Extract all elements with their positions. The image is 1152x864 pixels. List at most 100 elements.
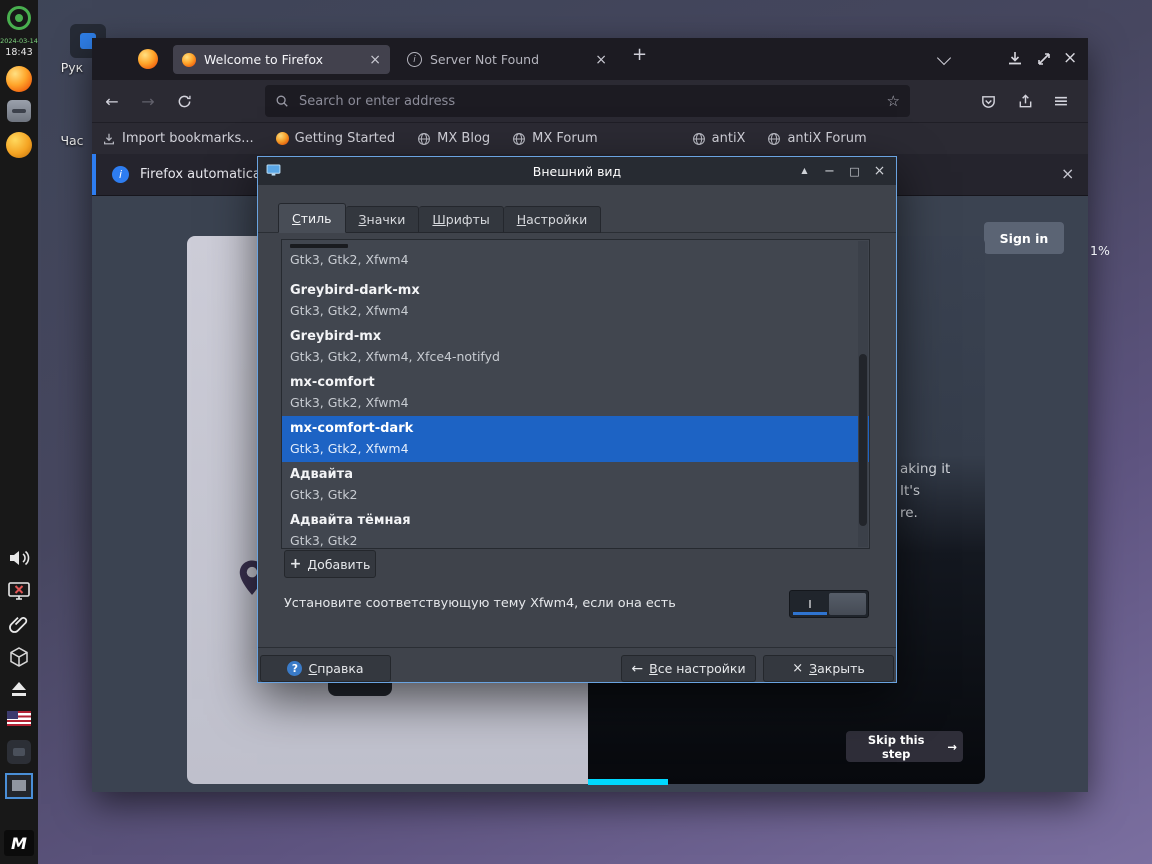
appearance-dialog: Внешний вид ▲ − □ × Стиль Значки Шрифты …	[257, 156, 897, 683]
tab-title: Welcome to Firefox	[204, 52, 324, 67]
desktop-icon-label[interactable]: Час	[50, 133, 94, 148]
scrollbar-thumb[interactable]	[859, 354, 867, 526]
close-icon: ×	[792, 661, 804, 676]
close-dialog-button[interactable]: × Закрыть	[763, 655, 894, 682]
mx-tools-icon[interactable]	[6, 132, 32, 158]
eject-icon[interactable]	[7, 677, 31, 701]
maximize-window-icon[interactable]: □	[848, 166, 861, 177]
xfwm-switch-label: Установите соответствующую тему Xfwm4, е…	[284, 596, 676, 611]
globe-icon	[692, 132, 705, 145]
percentage-osd: 1%	[1090, 243, 1110, 258]
notification-accent	[92, 154, 96, 195]
skip-step-button[interactable]: Skip this step →	[846, 731, 963, 762]
tab-style[interactable]: Стиль	[278, 203, 346, 233]
display-off-icon[interactable]	[7, 579, 31, 603]
switch-accent	[793, 612, 827, 615]
search-input[interactable]	[297, 92, 887, 110]
package-icon[interactable]	[7, 645, 31, 669]
minimize-window-icon[interactable]: −	[823, 165, 836, 178]
tab-icons[interactable]: Значки	[345, 206, 420, 233]
clock-date: 2024-03-14	[0, 37, 38, 45]
tab-title: Server Not Found	[430, 52, 540, 67]
notification-text: Firefox automatica	[140, 167, 261, 182]
close-tab-icon[interactable]: ×	[369, 53, 381, 67]
theme-item-mx-comfort-dark-selected[interactable]: mx-comfort-dark Gtk3, Gtk2, Xfwm4	[282, 416, 869, 462]
downloads-icon[interactable]	[1006, 50, 1024, 68]
list-all-tabs-chevron-icon[interactable]	[936, 50, 952, 66]
firefox-icon[interactable]	[138, 49, 158, 69]
display-icon	[266, 163, 281, 179]
add-theme-button[interactable]: + Добавить	[284, 550, 376, 578]
bookmark-antix-forum[interactable]: antiX Forum	[767, 131, 867, 146]
theme-item-greybird-dark-mx[interactable]: Greybird-dark-mx Gtk3, Gtk2, Xfwm4	[282, 278, 869, 324]
share-icon[interactable]	[1013, 89, 1037, 113]
menu-hamburger-icon[interactable]: ≡	[1049, 89, 1073, 113]
theme-item-greybird-mx[interactable]: Greybird-mx Gtk3, Gtk2, Xfwm4, Xfce4-not…	[282, 324, 869, 370]
address-bar[interactable]: ☆	[265, 85, 910, 117]
close-tab-icon[interactable]: ×	[595, 53, 607, 67]
theme-item-mx-comfort[interactable]: mx-comfort Gtk3, Gtk2, Xfwm4	[282, 370, 869, 416]
help-button[interactable]: ? Справка	[260, 655, 391, 682]
arrow-left-icon: ←	[631, 660, 644, 677]
bookmark-mx-forum[interactable]: MX Forum	[512, 131, 598, 146]
back-icon[interactable]: ←	[100, 89, 124, 113]
pocket-icon[interactable]	[976, 89, 1000, 113]
import-icon	[104, 133, 114, 144]
globe-icon	[513, 132, 526, 145]
appearance-app-icon[interactable]	[5, 773, 33, 799]
bookmark-getting-started[interactable]: Getting Started	[275, 131, 395, 146]
tab-welcome-to-firefox[interactable]: Welcome to Firefox ×	[173, 45, 390, 74]
bookmark-import[interactable]: Import bookmarks...	[102, 131, 254, 146]
mx-menu-icon[interactable]: M	[4, 830, 34, 856]
tab-settings[interactable]: Настройки	[503, 206, 602, 233]
theme-item-clipped[interactable]: Gtk3, Gtk2, Xfwm4	[282, 240, 869, 278]
dismiss-notification-icon[interactable]: ×	[1061, 164, 1074, 183]
navigation-toolbar: ← → ☆ ≡	[92, 80, 1088, 122]
close-window-icon[interactable]: ×	[1063, 47, 1077, 69]
info-icon: i	[407, 52, 422, 67]
dialog-titlebar[interactable]: Внешний вид ▲ − □ ×	[258, 157, 896, 185]
taskbar-panel: 2024-03-14 18:43 M	[0, 0, 38, 864]
bookmarks-toolbar: Import bookmarks... Getting Started MX B…	[92, 122, 1088, 154]
installer-icon[interactable]	[7, 740, 31, 764]
sign-in-button[interactable]: Sign in	[984, 222, 1064, 254]
restore-window-icon[interactable]	[1035, 50, 1053, 68]
all-settings-button[interactable]: ← Все настройки	[621, 655, 756, 682]
bookmark-star-icon[interactable]: ☆	[887, 92, 900, 110]
globe-icon	[768, 132, 781, 145]
clipped-theme-name	[290, 244, 348, 248]
file-manager-icon[interactable]	[7, 100, 31, 122]
desktop: 2024-03-14 18:43 M Рук Час 1% Welcome to…	[0, 0, 1152, 864]
shade-window-icon[interactable]: ▲	[798, 167, 811, 175]
desktop-icon-label[interactable]: Рук	[50, 60, 94, 75]
bookmark-mx-blog[interactable]: MX Blog	[417, 131, 490, 146]
scrollbar[interactable]	[858, 241, 868, 547]
globe-icon	[418, 132, 431, 145]
paperclip-icon[interactable]	[7, 612, 31, 636]
firefox-tab-icon	[182, 52, 196, 67]
close-window-icon[interactable]: ×	[873, 164, 886, 178]
question-icon: ?	[287, 661, 303, 676]
volume-icon[interactable]	[7, 546, 31, 570]
tab-bar: Welcome to Firefox × i Server Not Found …	[92, 38, 1088, 80]
theme-item-adwaita[interactable]: Адвайта Gtk3, Gtk2	[282, 462, 869, 508]
switch-knob[interactable]	[829, 593, 866, 615]
dialog-tabs: Стиль Значки Шрифты Настройки	[278, 203, 602, 233]
updater-icon[interactable]	[7, 6, 31, 30]
tab-server-not-found[interactable]: i Server Not Found ×	[398, 45, 616, 74]
theme-list[interactable]: Gtk3, Gtk2, Xfwm4 Greybird-dark-mx Gtk3,…	[281, 239, 870, 549]
theme-item-adwaita-dark[interactable]: Адвайта тёмная Gtk3, Gtk2	[282, 508, 869, 548]
onboarding-text-fragment: aking it It's re.	[900, 461, 951, 521]
xfwm-theme-switch[interactable]: I	[789, 590, 869, 618]
new-tab-button[interactable]: +	[632, 46, 647, 64]
forward-icon[interactable]: →	[136, 89, 160, 113]
firefox-launcher-icon[interactable]	[6, 66, 32, 92]
tab-fonts[interactable]: Шрифты	[419, 206, 504, 233]
info-icon: i	[112, 166, 129, 183]
clock-time: 18:43	[5, 47, 33, 58]
plus-icon: +	[289, 556, 302, 572]
progress-indicator	[588, 779, 668, 785]
reload-icon[interactable]	[172, 89, 196, 113]
bookmark-antix[interactable]: antiX	[692, 131, 745, 146]
keyboard-layout-us-flag-icon[interactable]	[7, 711, 31, 726]
